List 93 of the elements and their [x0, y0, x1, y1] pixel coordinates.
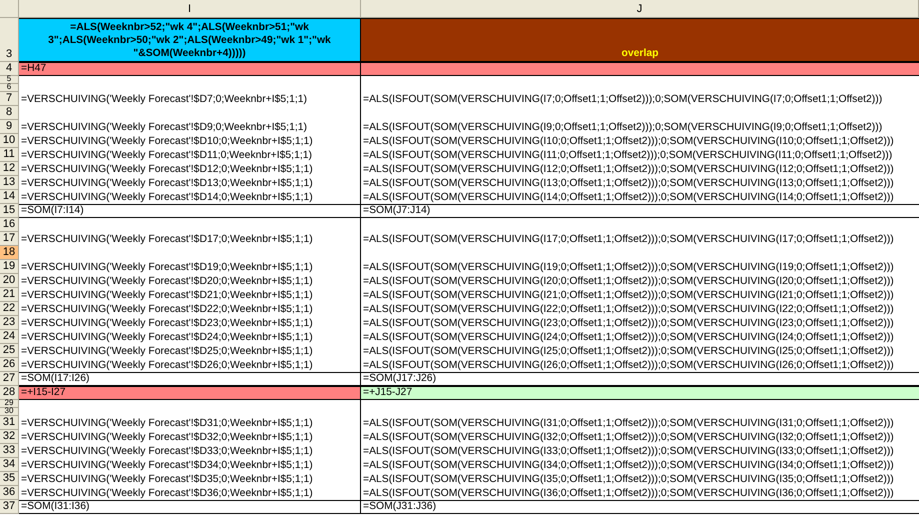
row-header[interactable]: 21 — [0, 288, 19, 302]
row-header[interactable]: 4 — [0, 62, 19, 76]
table-cell: =+J15-J27 — [361, 386, 919, 400]
table-cell: =VERSCHUIVING('Weekly Forecast'!$D35;0;Weeknbr+I$5;1;1) — [19, 472, 361, 486]
row-header[interactable]: 5 — [0, 76, 19, 84]
column-header[interactable]: I — [19, 0, 361, 18]
table-cell: =VERSCHUIVING('Weekly Forecast'!$D33;0;Weeknbr+I$5;1;1) — [19, 444, 361, 458]
table-cell: =SOM(J17:J26) — [361, 372, 919, 386]
table-cell-text: =ALS(ISFOUT(SOM(VERSCHUIVING(I35;0;Offset1;1;Offset2)));0;SOM(VERSCHUIVING(I35;0;Offset1;1;Offset2))) — [362, 473, 895, 486]
table-cell: =VERSCHUIVING('Weekly Forecast'!$D22;0;Weeknbr+I$5;1;1) — [19, 302, 361, 316]
row-header[interactable]: 34 — [0, 458, 19, 472]
table-cell-text: =ALS(ISFOUT(SOM(VERSCHUIVING(I11;0;Offset1;1;Offset2)));0;SOM(VERSCHUIVING(I11;0;Offset1;1;Offset2))) — [362, 149, 894, 162]
table-cell: =VERSCHUIVING('Weekly Forecast'!$D20;0;Weeknbr+I$5;1;1) — [19, 274, 361, 288]
row-header[interactable]: 8 — [0, 106, 19, 120]
column-header[interactable]: J — [361, 0, 919, 18]
table-cell: =H47 — [19, 62, 361, 76]
table-cell: =VERSCHUIVING('Weekly Forecast'!$D21;0;Weeknbr+I$5;1;1) — [19, 288, 361, 302]
row-header[interactable]: 26 — [0, 358, 19, 372]
row-header[interactable]: 17 — [0, 232, 19, 246]
table-cell: =+I15-I27 — [19, 386, 361, 400]
row-header[interactable]: 27 — [0, 372, 19, 386]
row-header[interactable]: 6 — [0, 84, 19, 92]
table-cell-text: =ALS(ISFOUT(SOM(VERSCHUIVING(I36;0;Offset1;1;Offset2)));0;SOM(VERSCHUIVING(I36;0;Offset1;1;Offset2))) — [362, 487, 895, 500]
table-cell-text: =ALS(ISFOUT(SOM(VERSCHUIVING(I32;0;Offset1;1;Offset2)));0;SOM(VERSCHUIVING(I32;0;Offset1;1;Offset2))) — [362, 431, 895, 444]
row-header[interactable]: 12 — [0, 162, 19, 176]
table-cell: =VERSCHUIVING('Weekly Forecast'!$D12;0;Weeknbr+I$5;1;1) — [19, 162, 361, 176]
table-cell: =VERSCHUIVING('Weekly Forecast'!$D32;0;Weeknbr+I$5;1;1) — [19, 430, 361, 444]
table-cell: =VERSCHUIVING('Weekly Forecast'!$D23;0;Weeknbr+I$5;1;1) — [19, 316, 361, 330]
table-cell: =VERSCHUIVING('Weekly Forecast'!$D7;0;Weeknbr+I$5;1;1) — [19, 92, 361, 106]
table-cell: =VERSCHUIVING('Weekly Forecast'!$D26;0;Weeknbr+I$5;1;1) — [19, 358, 361, 372]
table-cell: overlap — [361, 18, 919, 62]
table-cell-text: =ALS(ISFOUT(SOM(VERSCHUIVING(I9;0;Offset1;1;Offset2)));0;SOM(VERSCHUIVING(I9;0;Offset1;1;Offset2))) — [362, 121, 884, 134]
row-header[interactable]: 25 — [0, 344, 19, 358]
row-header[interactable]: 19 — [0, 260, 19, 274]
table-cell: =SOM(J31:J36) — [361, 500, 919, 514]
select-all-button[interactable] — [0, 0, 19, 18]
table-cell-text: =ALS(ISFOUT(SOM(VERSCHUIVING(I34;0;Offset1;1;Offset2)));0;SOM(VERSCHUIVING(I34;0;Offset1;1;Offset2))) — [362, 459, 895, 472]
row-header[interactable]: 24 — [0, 330, 19, 344]
row-header[interactable]: 11 — [0, 148, 19, 162]
row-header[interactable]: 32 — [0, 430, 19, 444]
table-cell: =SOM(I7:I14) — [19, 204, 361, 218]
table-cell-text: =ALS(ISFOUT(SOM(VERSCHUIVING(I25;0;Offset1;1;Offset2)));0;SOM(VERSCHUIVING(I25;0;Offset1;1;Offset2))) — [362, 345, 895, 358]
table-cell-text: =ALS(ISFOUT(SOM(VERSCHUIVING(I22;0;Offset1;1;Offset2)));0;SOM(VERSCHUIVING(I22;0;Offset1;1;Offset2))) — [362, 303, 895, 316]
table-cell: =VERSCHUIVING('Weekly Forecast'!$D34;0;Weeknbr+I$5;1;1) — [19, 458, 361, 472]
table-cell: =SOM(J7:J14) — [361, 204, 919, 218]
row-header[interactable]: 31 — [0, 416, 19, 430]
row-header[interactable]: 30 — [0, 408, 19, 416]
table-cell: =VERSCHUIVING('Weekly Forecast'!$D24;0;Weeknbr+I$5;1;1) — [19, 330, 361, 344]
table-cell-text: =ALS(ISFOUT(SOM(VERSCHUIVING(I12;0;Offset1;1;Offset2)));0;SOM(VERSCHUIVING(I12;0;Offset1;1;Offset2))) — [362, 163, 895, 176]
row-header[interactable]: 22 — [0, 302, 19, 316]
row-header[interactable]: 15 — [0, 204, 19, 218]
row-header[interactable]: 35 — [0, 472, 19, 486]
row-header[interactable]: 9 — [0, 120, 19, 134]
row-header[interactable]: 7 — [0, 92, 19, 106]
row-header[interactable]: 37 — [0, 500, 19, 514]
table-cell-text: =ALS(ISFOUT(SOM(VERSCHUIVING(I26;0;Offset1;1;Offset2)));0;SOM(VERSCHUIVING(I26;0;Offset1;1;Offset2))) — [362, 359, 895, 372]
table-cell-text: =ALS(ISFOUT(SOM(VERSCHUIVING(I33;0;Offset1;1;Offset2)));0;SOM(VERSCHUIVING(I33;0;Offset1;1;Offset2))) — [362, 445, 895, 458]
table-cell: =SOM(I31:I36) — [19, 500, 361, 514]
row-header[interactable]: 29 — [0, 400, 19, 408]
table-cell: =VERSCHUIVING('Weekly Forecast'!$D9;0;Weeknbr+I$5;1;1) — [19, 120, 361, 134]
table-cell: =VERSCHUIVING('Weekly Forecast'!$D25;0;Weeknbr+I$5;1;1) — [19, 344, 361, 358]
row-header[interactable]: 10 — [0, 134, 19, 148]
row-header[interactable]: 3 — [0, 18, 19, 62]
table-cell: =VERSCHUIVING('Weekly Forecast'!$D13;0;Weeknbr+I$5;1;1) — [19, 176, 361, 190]
table-cell-text: =ALS(ISFOUT(SOM(VERSCHUIVING(I7;0;Offset1;1;Offset2)));0;SOM(VERSCHUIVING(I7;0;Offset1;1;Offset2))) — [362, 93, 884, 106]
table-cell-text: =ALS(ISFOUT(SOM(VERSCHUIVING(I10;0;Offset1;1;Offset2)));0;SOM(VERSCHUIVING(I10;0;Offset1;1;Offset2))) — [362, 135, 895, 148]
row-header[interactable]: 16 — [0, 218, 19, 232]
table-cell-text: =ALS(ISFOUT(SOM(VERSCHUIVING(I23;0;Offset1;1;Offset2)));0;SOM(VERSCHUIVING(I23;0;Offset1;1;Offset2))) — [362, 317, 895, 330]
table-cell: =VERSCHUIVING('Weekly Forecast'!$D31;0;Weeknbr+I$5;1;1) — [19, 416, 361, 430]
table-cell: =VERSCHUIVING('Weekly Forecast'!$D14;0;Weeknbr+I$5;1;1) — [19, 190, 361, 204]
row-header[interactable]: 20 — [0, 274, 19, 288]
table-cell: =VERSCHUIVING('Weekly Forecast'!$D36;0;Weeknbr+I$5;1;1) — [19, 486, 361, 500]
table-cell-text: =ALS(ISFOUT(SOM(VERSCHUIVING(I21;0;Offset1;1;Offset2)));0;SOM(VERSCHUIVING(I21;0;Offset1;1;Offset2))) — [362, 289, 895, 302]
row-header[interactable]: 13 — [0, 176, 19, 190]
table-cell: =ALS(Weeknbr>52;"wk 4";ALS(Weeknbr>51;"wk 3";ALS(Weeknbr>50;"wk 2";ALS(Weeknbr>49;"wk 1";"wk "&SOM(Weeknbr+4))))) — [19, 18, 361, 62]
table-cell: =SOM(I17:I26) — [19, 372, 361, 386]
row-header[interactable]: 23 — [0, 316, 19, 330]
table-cell: =VERSCHUIVING('Weekly Forecast'!$D11;0;Weeknbr+I$5;1;1) — [19, 148, 361, 162]
table-cell: =VERSCHUIVING('Weekly Forecast'!$D17;0;Weeknbr+I$5;1;1) — [19, 232, 361, 246]
table-cell-text: =ALS(ISFOUT(SOM(VERSCHUIVING(I20;0;Offset1;1;Offset2)));0;SOM(VERSCHUIVING(I20;0;Offset1;1;Offset2))) — [362, 275, 895, 288]
table-cell-text: =ALS(ISFOUT(SOM(VERSCHUIVING(I13;0;Offset1;1;Offset2)));0;SOM(VERSCHUIVING(I13;0;Offset1;1;Offset2))) — [362, 177, 895, 190]
row-header[interactable]: 28 — [0, 386, 19, 400]
table-cell-text: =ALS(ISFOUT(SOM(VERSCHUIVING(I14;0;Offset1;1;Offset2)));0;SOM(VERSCHUIVING(I14;0;Offset1;1;Offset2))) — [362, 191, 895, 204]
row-header[interactable]: 33 — [0, 444, 19, 458]
table-cell-text: =ALS(ISFOUT(SOM(VERSCHUIVING(I24;0;Offset1;1;Offset2)));0;SOM(VERSCHUIVING(I24;0;Offset1;1;Offset2))) — [362, 331, 895, 344]
row-header[interactable]: 14 — [0, 190, 19, 204]
table-cell-text: =ALS(ISFOUT(SOM(VERSCHUIVING(I17;0;Offset1;1;Offset2)));0;SOM(VERSCHUIVING(I17;0;Offset1;1;Offset2))) — [362, 233, 895, 246]
table-cell: =VERSCHUIVING('Weekly Forecast'!$D19;0;Weeknbr+I$5;1;1) — [19, 260, 361, 274]
table-cell-text: =ALS(ISFOUT(SOM(VERSCHUIVING(I31;0;Offset1;1;Offset2)));0;SOM(VERSCHUIVING(I31;0;Offset1;1;Offset2))) — [362, 417, 895, 430]
row-header[interactable]: 36 — [0, 486, 19, 500]
table-cell-text: =ALS(ISFOUT(SOM(VERSCHUIVING(I19;0;Offset1;1;Offset2)));0;SOM(VERSCHUIVING(I19;0;Offset1;1;Offset2))) — [362, 261, 895, 274]
table-cell: =VERSCHUIVING('Weekly Forecast'!$D10;0;Weeknbr+I$5;1;1) — [19, 134, 361, 148]
row-header[interactable]: 18 — [0, 246, 19, 260]
